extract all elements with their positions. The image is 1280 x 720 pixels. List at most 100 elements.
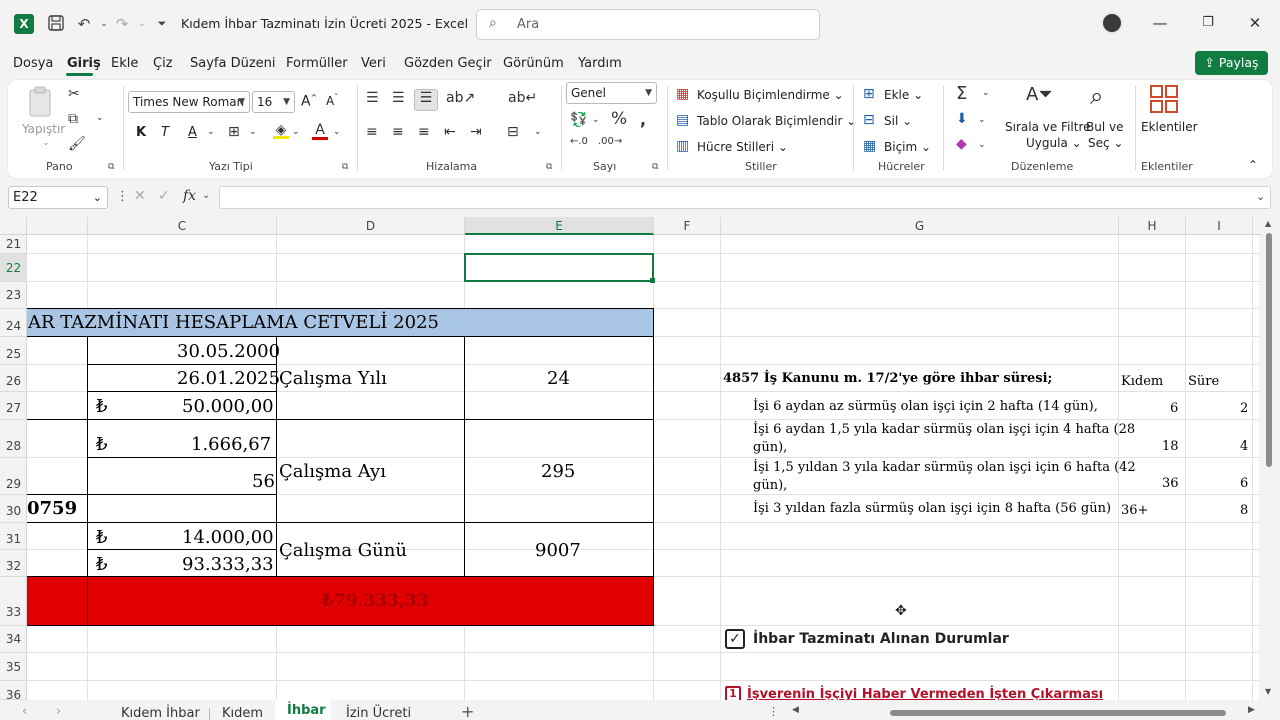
formula-input[interactable] — [219, 186, 1271, 209]
autosum-dropdown-icon[interactable]: ⌄ — [982, 88, 990, 98]
tab-formuller[interactable]: Formüller — [286, 56, 348, 71]
vertical-scrollbar[interactable]: ▲ ▼ — [1262, 217, 1276, 700]
start-date-cell[interactable]: 30.05.2000 — [177, 341, 280, 362]
paste-label[interactable]: Yapıştır — [22, 122, 65, 136]
user-avatar[interactable] — [1101, 12, 1123, 34]
font-launcher-icon[interactable]: ⧉ — [342, 162, 348, 172]
sort-filter-label[interactable]: Sırala ve Filtre — [1005, 120, 1091, 134]
cell-styles-icon[interactable]: ▥ — [676, 138, 689, 154]
sort-filter-icon[interactable]: A⏷ — [1026, 84, 1053, 105]
paste-icon[interactable] — [26, 86, 56, 118]
redo-dropdown-icon[interactable]: ⌄ — [132, 14, 152, 34]
decrease-indent-icon[interactable]: ⇤ — [444, 124, 456, 140]
insert-function-icon[interactable]: fx — [183, 188, 196, 204]
format-cells-icon[interactable]: ▦ — [863, 138, 876, 154]
notice-row-3-kidem[interactable]: 36 — [1162, 476, 1179, 491]
delete-cells-icon[interactable]: ⊟ — [863, 112, 875, 128]
cut-icon[interactable]: ✂ — [68, 86, 80, 102]
row-header-36[interactable]: 36 — [0, 681, 27, 702]
prev-sheet-icon[interactable]: ‹ — [22, 704, 27, 719]
merge-center-icon[interactable]: ⊟ — [507, 124, 519, 140]
increase-font-icon[interactable]: A^ — [301, 93, 317, 110]
tab-veri[interactable]: Veri — [361, 56, 386, 71]
column-header-g[interactable]: G — [721, 217, 1119, 235]
fill-handle[interactable] — [650, 278, 655, 283]
conditional-format-icon[interactable]: ▦ — [676, 86, 689, 102]
bold-button[interactable]: K — [136, 125, 146, 140]
notice-row-4-sure[interactable]: 8 — [1240, 503, 1248, 518]
find-select-label[interactable]: Bul ve — [1086, 120, 1123, 134]
add-sheet-button[interactable]: + — [461, 702, 474, 720]
sheet-tab-kidem[interactable]: Kıdem — [222, 706, 263, 720]
underline-button[interactable]: A — [188, 125, 197, 140]
autosum-icon[interactable]: Σ — [956, 83, 967, 104]
row-header-22[interactable]: 22 — [0, 254, 27, 282]
fill-dropdown-icon[interactable]: ⌄ — [978, 115, 986, 125]
decrease-font-icon[interactable]: Aˇ — [326, 93, 338, 108]
align-center-icon[interactable]: ≡ — [392, 124, 404, 140]
notice-row-2-sure[interactable]: 4 — [1240, 439, 1248, 454]
notice-row-4-kidem[interactable]: 36+ — [1121, 503, 1148, 518]
scroll-down-icon[interactable]: ▼ — [1265, 687, 1271, 696]
partial-number-cell[interactable]: 0759 — [27, 498, 77, 519]
column-header-e[interactable]: E — [465, 217, 654, 235]
accounting-icon[interactable]: 💱 — [570, 112, 587, 128]
row-header-27[interactable]: 27 — [0, 392, 27, 420]
alignment-launcher-icon[interactable]: ⧉ — [546, 162, 552, 172]
align-bottom-icon[interactable]: ☰ — [414, 89, 438, 111]
vertical-scroll-thumb[interactable] — [1266, 233, 1272, 467]
align-left-icon[interactable]: ≡ — [366, 124, 378, 140]
row-header-23[interactable]: 23 — [0, 282, 27, 309]
function-dropdown-icon[interactable]: ⌄ — [202, 190, 210, 201]
font-color-icon[interactable]: A — [312, 122, 328, 140]
sort-filter-label-2[interactable]: Uygula ⌄ — [1026, 136, 1082, 150]
row-header-24[interactable]: 24 — [0, 309, 27, 337]
find-select-label-2[interactable]: Seç ⌄ — [1088, 136, 1123, 150]
days-total[interactable]: 9007 — [535, 540, 581, 561]
tab-gozden-gecir[interactable]: Gözden Geçir — [404, 56, 492, 71]
align-top-icon[interactable]: ☰ — [366, 90, 379, 106]
fill-icon[interactable]: ⬇ — [956, 111, 968, 127]
percent-icon[interactable]: % — [611, 109, 627, 129]
clipboard-launcher-icon[interactable]: ⧉ — [108, 162, 114, 172]
total-value[interactable]: ₺79.333,33 — [322, 591, 428, 611]
collapse-ribbon-icon[interactable]: ⌃ — [1248, 158, 1258, 172]
scroll-up-icon[interactable]: ▲ — [1265, 219, 1271, 228]
column-header-c[interactable]: C — [88, 217, 277, 235]
notice-row-1-kidem[interactable]: 6 — [1170, 401, 1178, 416]
font-name-select[interactable]: Times New Roman ▼ — [128, 91, 250, 113]
cell-styles-button[interactable]: Hücre Stilleri ⌄ — [697, 140, 788, 154]
comma-style-icon[interactable]: , — [640, 110, 646, 129]
format-as-table-button[interactable]: Tablo Olarak Biçimlendir ⌄ — [697, 114, 856, 128]
fill-dropdown-icon[interactable]: ⌄ — [292, 127, 300, 137]
orientation-icon[interactable]: ab↗ — [446, 90, 475, 106]
tab-yardim[interactable]: Yardım — [578, 56, 622, 71]
align-middle-icon[interactable]: ☰ — [392, 90, 405, 106]
italic-button[interactable]: T — [161, 125, 169, 140]
customize-toolbar-icon[interactable]: ⏷ — [152, 14, 172, 34]
case-item-1[interactable]: İşverenin İşçiyi Haber Vermeden İşten Çı… — [747, 687, 1103, 700]
wage3-cell[interactable]: 93.333,33 — [182, 554, 274, 575]
clear-dropdown-icon[interactable]: ⌄ — [978, 140, 986, 150]
tab-ekle[interactable]: Ekle — [111, 56, 138, 71]
row-header-26[interactable]: 26 — [0, 365, 27, 392]
more-sheets-icon[interactable]: ⋮ — [768, 705, 779, 718]
addins-button-label[interactable]: Eklentiler — [1141, 120, 1198, 134]
row-header-31[interactable]: 31 — [0, 523, 27, 550]
format-cells-button[interactable]: Biçim ⌄ — [884, 140, 931, 154]
row-header-32[interactable]: 32 — [0, 550, 27, 577]
row-header-25[interactable]: 25 — [0, 337, 27, 365]
fill-color-icon[interactable]: ◈ — [273, 122, 289, 139]
clear-icon[interactable]: ◆ — [956, 136, 967, 152]
row-header-34[interactable]: 34 — [0, 626, 27, 653]
next-sheet-icon[interactable]: › — [56, 704, 61, 719]
close-icon[interactable]: ✕ — [1243, 12, 1267, 34]
share-button[interactable]: ⇪ Paylaş — [1195, 51, 1268, 75]
undo-icon[interactable]: ↶ — [74, 14, 94, 34]
minimize-icon[interactable]: — — [1148, 12, 1172, 34]
borders-icon[interactable]: ⊞ — [228, 124, 240, 140]
search-box[interactable]: ⌕ Ara — [476, 9, 820, 40]
font-color-dropdown-icon[interactable]: ⌄ — [333, 127, 341, 137]
name-box[interactable]: E22 ⌄ — [8, 186, 108, 209]
row-header-29[interactable]: 29 — [0, 458, 27, 495]
